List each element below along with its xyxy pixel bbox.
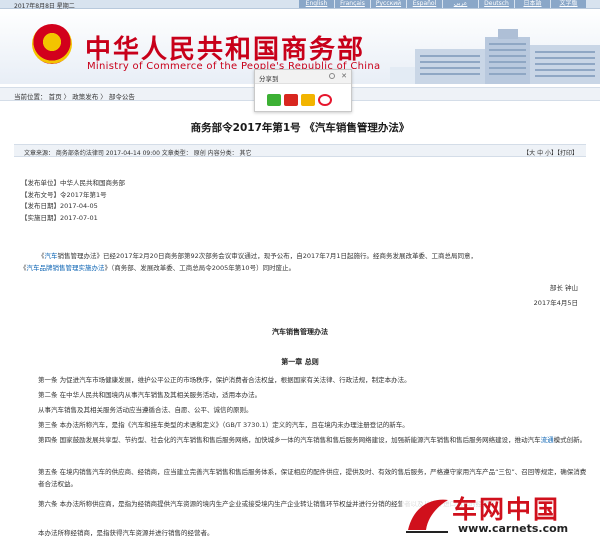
share-popup: 分享到 ✕ [254, 69, 352, 112]
top-bar: 2017年8月8日 星期二 English Français Русский E… [0, 0, 600, 10]
signatory: 部长 钟山 [549, 284, 578, 292]
share-popup-header: 分享到 ✕ [255, 70, 351, 84]
watermark-url: www.carnets.com [458, 522, 569, 535]
lang-english[interactable]: English [298, 0, 334, 8]
article-2: 第二条 在中华人民共和国境内从事汽车销售及其相关服务活动，适用本办法。 [38, 391, 262, 399]
article-title: 商务部令2017年第1号 《汽车销售管理办法》 [190, 122, 410, 134]
car-link[interactable]: 汽车 [45, 252, 58, 260]
lang-german[interactable]: Deutsch [478, 0, 514, 8]
lang-russian[interactable]: Русский [370, 0, 406, 8]
carnets-logo-icon [406, 499, 448, 533]
carnets-watermark: 车网中国 www.carnets.com [402, 488, 600, 541]
font-size-print-controls[interactable]: 【大 中 小】【打印】 [523, 148, 578, 157]
share-icons [267, 94, 332, 106]
watermark-name: 车网中国 [452, 495, 561, 524]
share-title: 分享到 [259, 75, 279, 83]
lang-text-version[interactable]: 文字版 [550, 0, 586, 8]
article-5: 第五条 在境内销售汽车的供应商、经销商，应当建立完善汽车销售和售后服务体系，保证… [38, 468, 587, 488]
article-meta-bar: 文章来源： 商务部条约法律司 2017-04-14 09:00 文章类型： 原创… [14, 144, 586, 157]
article-4: 第四条 国家鼓励发展共享型、节约型、社会化的汽车销售和售后服务网络，加快城乡一体… [38, 434, 590, 446]
lang-japanese[interactable]: 日本語 [514, 0, 550, 8]
lang-french[interactable]: Français [334, 0, 370, 8]
article-1: 第一条 为促进汽车市场健康发展，维护公平公正的市场秩序，保护消费者合法权益，根据… [38, 376, 411, 384]
article-4-tail: 模式创新。 [553, 436, 587, 444]
brand-sales-regulation-link[interactable]: 汽车品牌销售管理实施办法 [27, 264, 105, 272]
intro-paragraph-2: 《汽车品牌销售管理实施办法》（商务部、发展改革委、工商总局令2005年第10号）… [20, 262, 586, 274]
language-switcher: English Français Русский Español عربي De… [298, 0, 586, 8]
renren-icon[interactable] [284, 94, 298, 106]
sign-date: 2017年4月5日 [533, 299, 578, 307]
info-effective-date: 【实施日期】2017-07-01 [21, 213, 98, 222]
breadcrumb-text[interactable]: 当前位置： 首页 〉 政策发布 〉 部令公告 [14, 91, 135, 101]
article-4-text: 第四条 国家鼓励发展共享型、节约型、社会化的汽车销售和售后服务网络，加快城乡一体… [38, 436, 541, 444]
publication-info: 【发布单位】中华人民共和国商务部 【发布文号】令2017年第1号 【发布日期】2… [21, 178, 125, 224]
close-icon[interactable]: ✕ [341, 72, 347, 80]
wechat-icon[interactable] [267, 94, 281, 106]
article-3: 第三条 本办法所称汽车，是指《汽车和挂车类型的术语和定义》（GB/T 3730.… [38, 421, 409, 429]
weibo-icon[interactable] [318, 94, 332, 106]
lang-spanish[interactable]: Español [406, 0, 442, 8]
search-icon[interactable] [329, 73, 335, 79]
zhihu-icon[interactable] [301, 94, 315, 106]
info-publisher: 【发布单位】中华人民共和国商务部 [21, 179, 125, 187]
info-publish-date: 【发布日期】2017-04-05 [21, 202, 98, 210]
national-emblem-icon[interactable]: ★ [32, 24, 72, 64]
info-doc-number: 【发布文号】令2017年第1号 [21, 190, 107, 199]
circulation-link[interactable]: 流通 [541, 436, 554, 444]
lang-arabic[interactable]: عربي [442, 0, 478, 8]
intro-paragraph-1: 《汽车销售管理办法》已经2017年2月20日商务部第92次部务会议审议通过，现予… [38, 250, 588, 262]
regulation-title: 汽车销售管理办法 [272, 328, 328, 336]
article-2-principle: 从事汽车销售及其相关服务活动应当遵循合法、自愿、公平、诚信的原则。 [38, 406, 253, 414]
article-meta: 文章来源： 商务部条约法律司 2017-04-14 09:00 文章类型： 原创… [24, 150, 252, 157]
building-illustration [390, 29, 600, 84]
intro-text: 销售管理办法》已经2017年2月20日商务部第92次部务会议审议通过，现予公布，… [57, 252, 478, 260]
intro-text: 》（商务部、发展改革委、工商总局令2005年第10号）同时废止。 [104, 264, 296, 272]
chapter-heading: 第一章 总则 [281, 358, 319, 366]
